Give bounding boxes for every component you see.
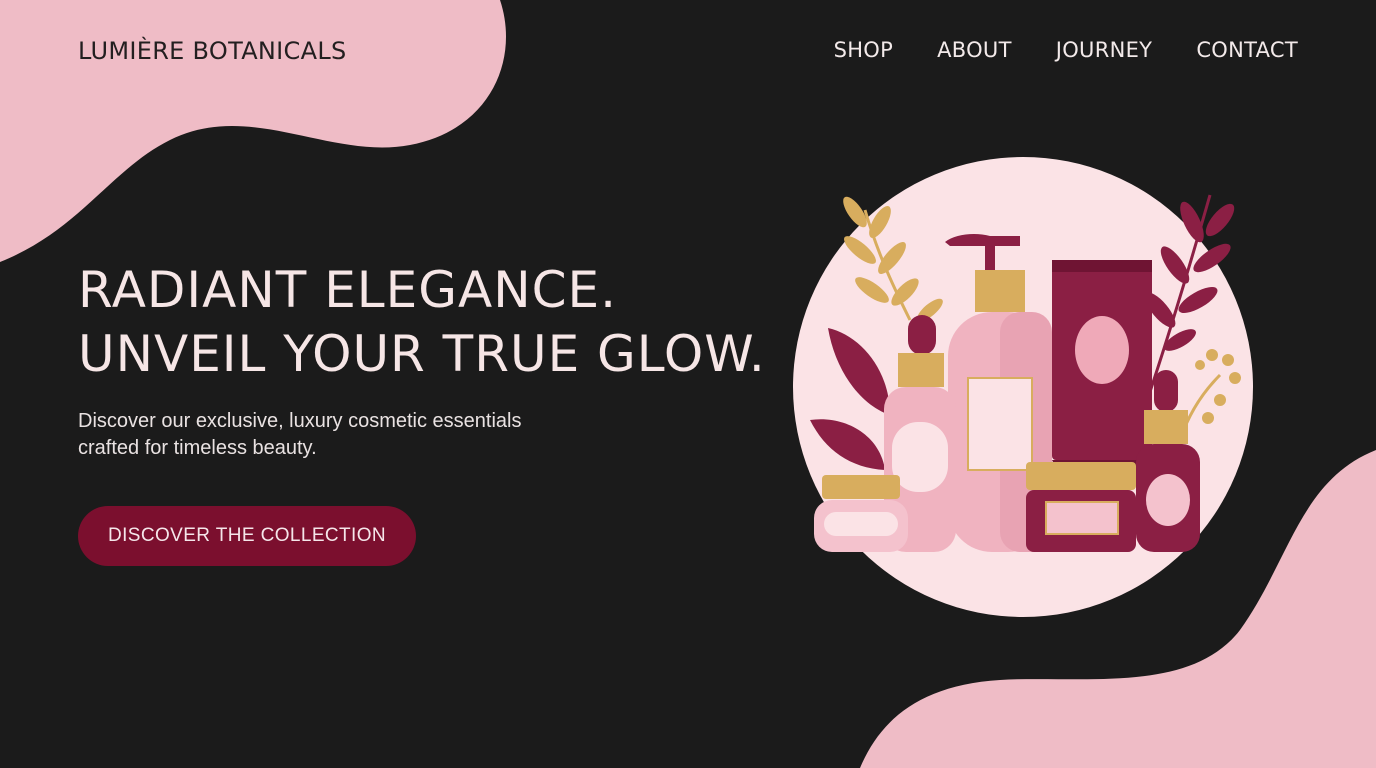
main-nav: SHOP ABOUT JOURNEY CONTACT <box>834 38 1298 62</box>
hero-headline-line-2: UNVEIL YOUR TRUE GLOW. <box>78 325 766 383</box>
jar-icon <box>1026 462 1136 552</box>
hero-subtext-line-1: Discover our exclusive, luxury cosmetic … <box>78 410 522 432</box>
hero-subtext: Discover our exclusive, luxury cosmetic … <box>78 408 638 462</box>
nav-item-about[interactable]: ABOUT <box>937 38 1012 62</box>
nav-item-shop[interactable]: SHOP <box>834 38 894 62</box>
brand-logo[interactable]: LUMIÈRE BOTANICALS <box>78 37 347 65</box>
jar-icon <box>814 475 908 552</box>
hero-headline: RADIANT ELEGANCE. UNVEIL YOUR TRUE GLOW. <box>78 258 766 386</box>
tube-icon <box>1052 260 1152 480</box>
nav-item-journey[interactable]: JOURNEY <box>1056 38 1153 62</box>
discover-collection-button[interactable]: DISCOVER THE COLLECTION <box>78 506 416 566</box>
hero-headline-line-1: RADIANT ELEGANCE. <box>78 261 617 319</box>
hero-subtext-line-2: crafted for timeless beauty. <box>78 437 317 459</box>
cosmetics-illustration <box>793 157 1253 617</box>
nav-item-contact[interactable]: CONTACT <box>1196 38 1298 62</box>
